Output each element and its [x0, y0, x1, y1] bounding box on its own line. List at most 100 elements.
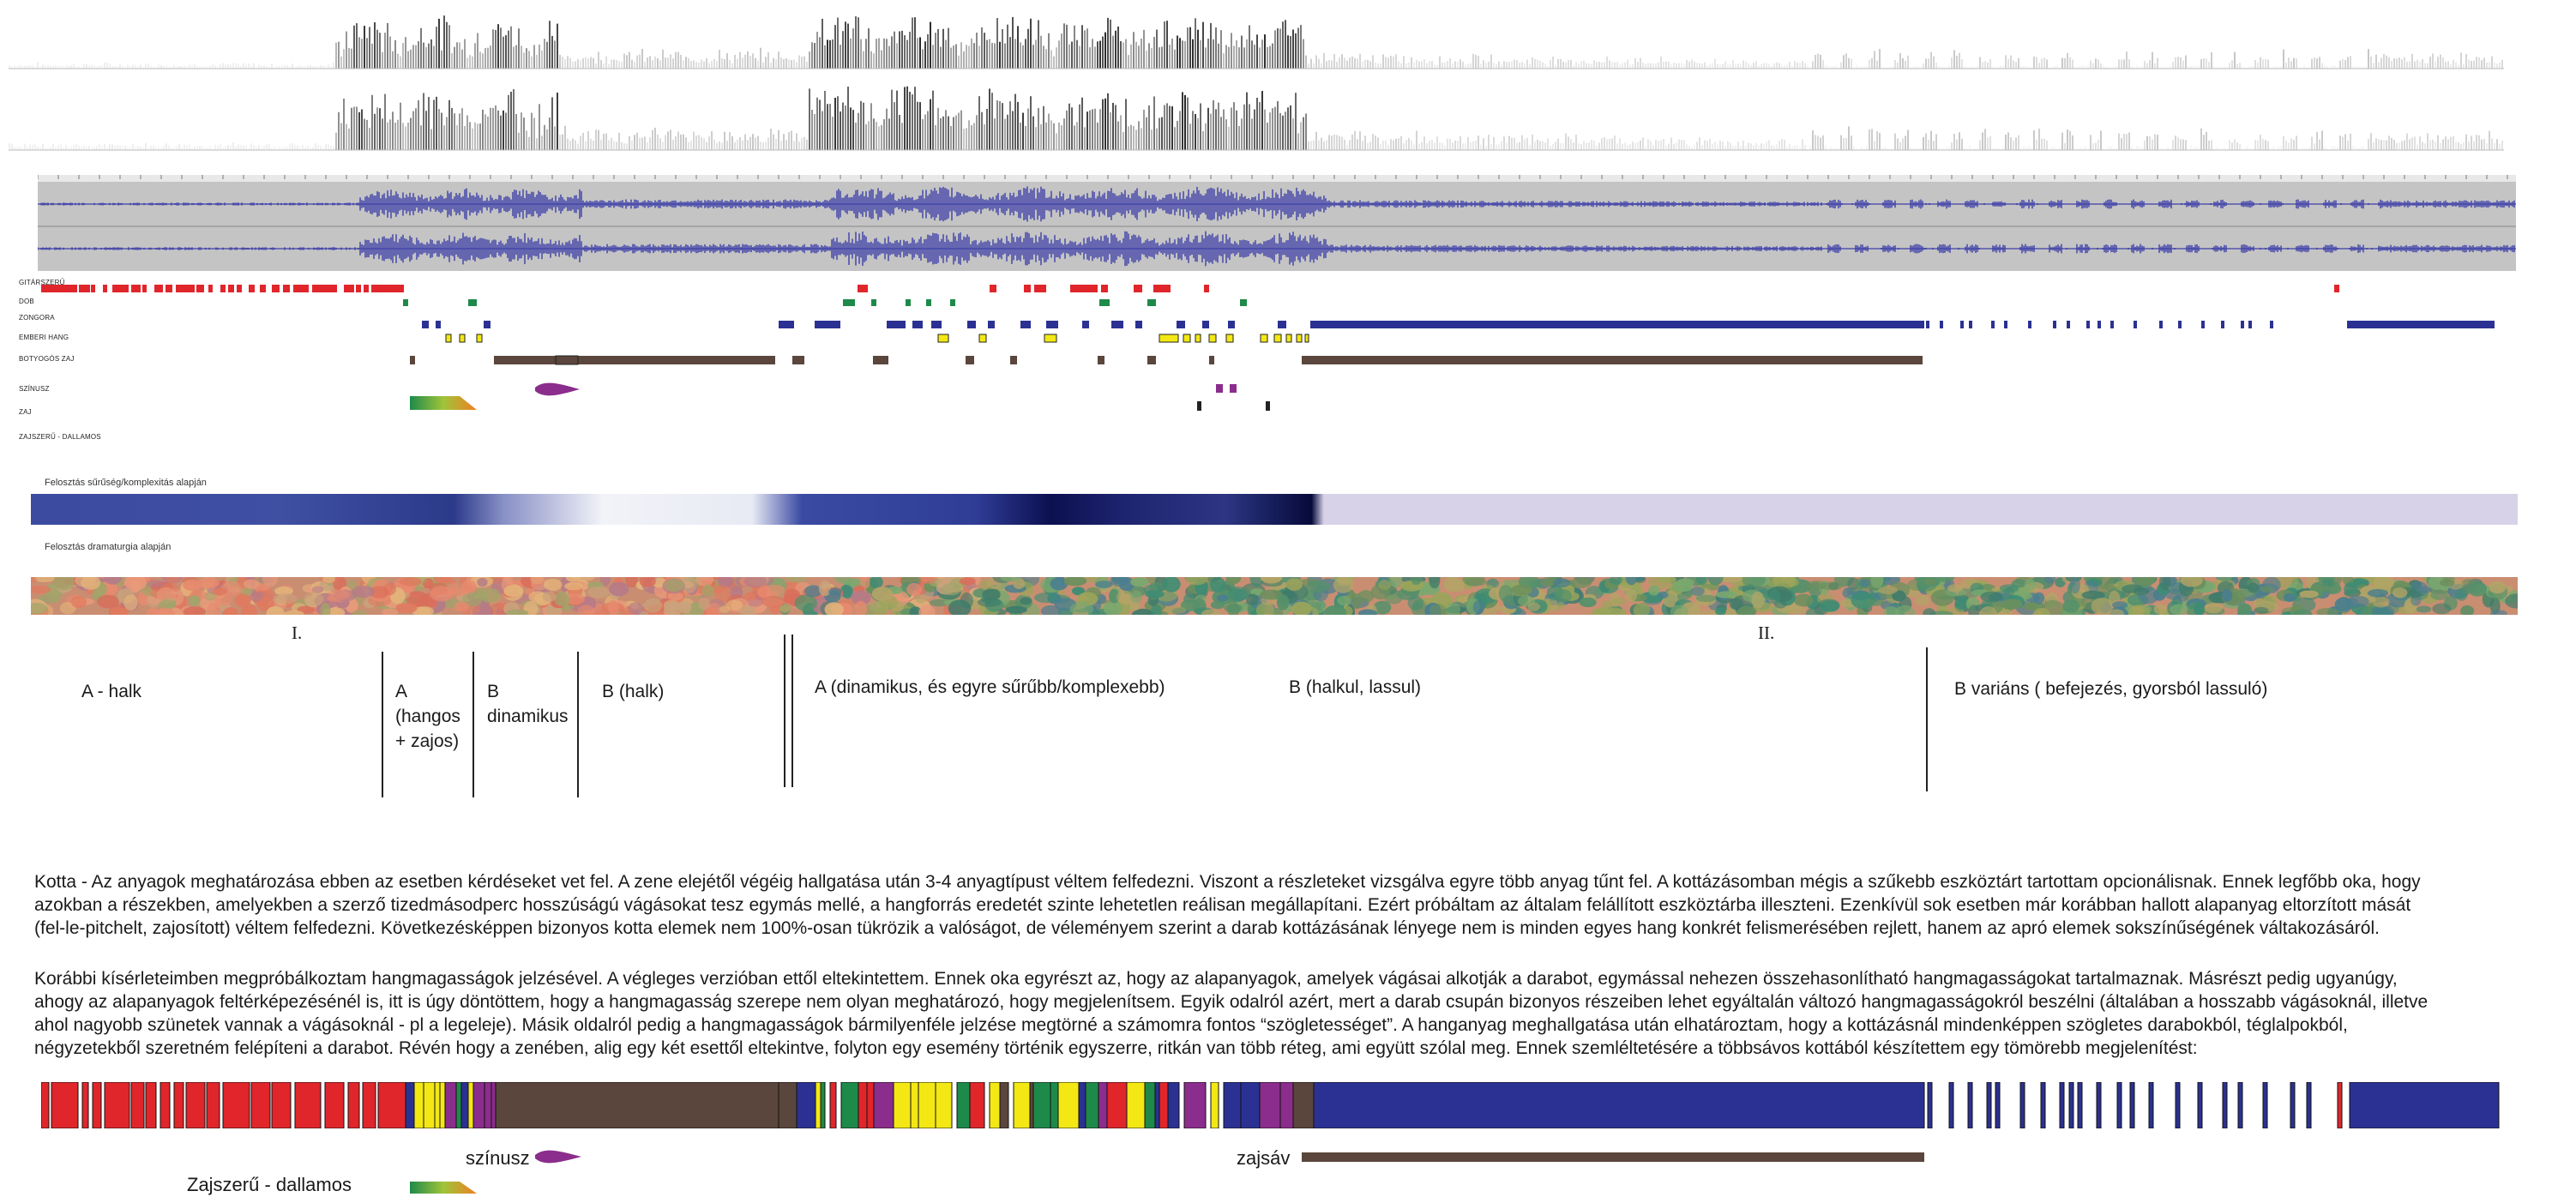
dob-note — [843, 299, 855, 306]
spectrogram-column — [1709, 63, 1711, 69]
spectrogram-column — [737, 140, 738, 150]
spectrogram-column — [1107, 17, 1109, 69]
spectrogram-column — [2157, 135, 2158, 150]
spectrogram-column — [258, 145, 260, 150]
spectrogram-column — [2437, 135, 2439, 150]
gitarszeru-note — [131, 285, 141, 292]
spectrogram-column — [466, 115, 468, 150]
spectrogram-column — [1989, 58, 1991, 69]
zongora-note — [2221, 321, 2224, 328]
spectrogram-column — [1243, 104, 1245, 150]
gitarszeru-note — [196, 285, 204, 292]
spectrogram-column — [796, 133, 797, 150]
spectrogram-column — [1542, 141, 1544, 150]
spectrogram-column — [1089, 47, 1091, 69]
spectrogram-column — [1802, 139, 1803, 150]
spectrogram-column — [1040, 123, 1042, 150]
spectrogram-column — [1339, 57, 1340, 69]
spectrogram-column — [1079, 104, 1080, 150]
spectrogram-column — [894, 31, 895, 69]
spectrogram-column — [1717, 63, 1718, 69]
spectrogram-column — [1164, 105, 1165, 150]
zongora-note — [1177, 321, 1185, 328]
spectrogram-column — [379, 33, 381, 69]
zongora-note — [484, 321, 491, 328]
spectrogram-column — [798, 55, 800, 69]
spectrogram-column — [1717, 144, 1718, 150]
spectrogram-column — [73, 63, 75, 69]
spectrogram-column — [1490, 144, 1492, 150]
spectrogram-column — [1807, 64, 1809, 69]
spectrogram-column — [1678, 63, 1680, 69]
spectrogram-column — [811, 110, 813, 150]
gitarszeru-note — [176, 285, 185, 292]
spectrogram-column — [2324, 64, 2326, 69]
spectrogram-column — [2424, 63, 2426, 69]
emberi-hang-note — [1159, 334, 1179, 343]
spectrogram-column — [2085, 145, 2086, 150]
spectrogram-column — [1861, 147, 1863, 150]
spectrogram-column — [178, 65, 180, 69]
spectrogram-column — [636, 55, 638, 69]
spectrogram-column — [412, 45, 414, 69]
spectrogram-column — [2450, 64, 2452, 69]
spectrogram-column — [52, 143, 54, 150]
emberi-hang-note — [1225, 334, 1234, 343]
spectrogram-column — [1488, 61, 1490, 69]
spectrogram-column — [1565, 133, 1567, 150]
spectrogram-column — [1825, 64, 1827, 69]
emberi-hang-note — [459, 334, 466, 343]
spectrogram-column — [1202, 21, 1204, 69]
spectrogram-column — [1866, 145, 1868, 150]
spectrogram-column — [1560, 58, 1562, 69]
spectrogram-column — [778, 129, 779, 150]
spectrogram-column — [1367, 142, 1369, 150]
gitarszeru-note — [272, 285, 280, 292]
spectrogram-column — [225, 63, 226, 69]
spectrogram-column — [1580, 144, 1582, 150]
spectrogram-column — [37, 62, 39, 69]
spectrogram-column — [1748, 142, 1749, 150]
spectrogram-column — [536, 138, 538, 150]
spectrogram-column — [1953, 50, 1955, 69]
gitarszeru-note — [1204, 285, 1209, 292]
spectrogram-column — [801, 57, 803, 69]
spectrogram-column — [1552, 56, 1554, 69]
spectrogram-column — [1359, 131, 1361, 150]
zongora-note — [2347, 321, 2495, 328]
spectrogram-column — [1578, 63, 1580, 69]
spectrogram-column — [1568, 60, 1569, 69]
spectrogram-column — [1030, 18, 1032, 69]
spectrogram-column — [2146, 63, 2148, 69]
spectrogram-column — [1300, 25, 1302, 69]
spectrogram-column — [767, 137, 769, 150]
spectrogram-column — [464, 39, 466, 69]
gitarszeru-note — [380, 285, 390, 292]
spectrogram-column — [994, 43, 996, 69]
spectrogram-column — [1982, 62, 1983, 69]
spectrogram-column — [2028, 145, 2030, 150]
spectrogram-column — [2185, 55, 2187, 69]
spectrogram-column — [2296, 135, 2297, 150]
spectrogram-column — [1359, 53, 1361, 69]
spectrogram-column — [1331, 135, 1333, 150]
spectrogram-column — [1642, 137, 1644, 150]
spectrogram-column — [626, 143, 628, 150]
spectrogram-column — [335, 42, 337, 69]
spectrogram-column — [1634, 142, 1636, 150]
spectrogram-column — [711, 130, 713, 150]
spectrogram-column — [567, 138, 569, 150]
spectrogram-column — [29, 144, 31, 150]
spectrogram-column — [1876, 131, 1878, 150]
spectrogram-column — [286, 146, 288, 150]
spectrogram-column — [721, 142, 723, 150]
spectrogram-column — [1663, 61, 1664, 69]
spectrogram-column — [1148, 43, 1150, 69]
spectrogram-column — [845, 21, 846, 69]
spectrogram-column — [2056, 64, 2058, 69]
spectrogram-column — [1300, 122, 1302, 150]
spectrogram-column — [2285, 141, 2287, 150]
spectrogram-column — [2128, 132, 2130, 150]
spectrogram-column — [137, 66, 139, 69]
spectrogram-column — [803, 136, 805, 150]
